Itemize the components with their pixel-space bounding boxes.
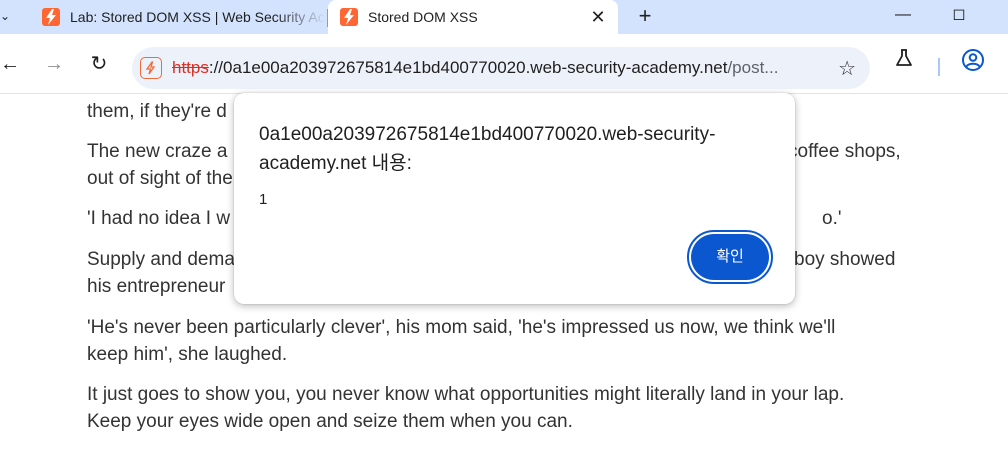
dialog-origin-text: 0a1e00a203972675814e1bd400770020.web-sec… [259,120,759,178]
post-paragraph-fragment: o.' [822,208,842,229]
tab-title: Stored DOM XSS [368,9,478,25]
tab-stored-dom-xss[interactable]: Stored DOM XSS ✕ [328,0,618,34]
web-security-academy-favicon-icon [340,8,358,26]
labs-flask-icon[interactable] [889,48,919,78]
dialog-origin-line: academy.net 내용: [259,153,412,174]
post-paragraph-line: keep him', she laughed. [87,344,288,365]
ok-button-label: 확인 [691,234,769,280]
tab-search-chevron-icon[interactable]: ⌄ [0,4,14,28]
new-tab-button[interactable]: + [632,3,658,29]
javascript-alert-dialog: 0a1e00a203972675814e1bd400770020.web-sec… [234,93,795,304]
close-tab-icon[interactable]: ✕ [586,5,610,29]
post-paragraph-line: Keep your eyes wide open and seize them … [87,411,573,432]
reload-icon[interactable]: ↻ [85,50,113,78]
url-host: ://0a1e00a203972675814e1bd400770020.web-… [208,58,728,77]
url-scheme: https [172,58,209,77]
minimize-icon[interactable]: — [880,0,926,34]
post-paragraph-fragment: boy showed [794,249,896,270]
post-paragraph-line: It just goes to show you, you never know… [87,384,845,405]
tab-strip: ⌄ Lab: Stored DOM XSS | Web Security Aca… [0,0,1008,34]
back-icon[interactable]: ← [0,50,24,78]
url-path: /post... [727,58,779,77]
browser-toolbar: ← → ↻ https://0a1e00a203972675814e1bd400… [0,34,1008,94]
dialog-origin-line: 0a1e00a203972675814e1bd400770020.web-sec… [259,124,716,145]
post-paragraph-fragment: coffee shops, [788,141,901,162]
toolbar-divider [938,58,940,76]
dialog-message: 1 [259,191,268,208]
maximize-icon[interactable]: ◻ [936,0,982,34]
ok-button[interactable]: 확인 [687,230,773,284]
forward-icon[interactable]: → [40,50,68,78]
profile-icon[interactable] [958,48,988,78]
address-bar[interactable]: https://0a1e00a203972675814e1bd400770020… [132,47,870,89]
web-security-academy-favicon-icon [42,8,60,26]
url-text[interactable]: https://0a1e00a203972675814e1bd400770020… [172,58,812,78]
bookmark-star-icon[interactable]: ☆ [838,56,856,81]
tab-title: Lab: Stored DOM XSS | Web Security Acade… [70,9,326,25]
tab-lab-stored-dom-xss[interactable]: Lab: Stored DOM XSS | Web Security Acade… [30,0,326,34]
post-paragraph-line: 'He's never been particularly clever', h… [87,317,836,338]
site-info-icon[interactable] [140,57,162,79]
